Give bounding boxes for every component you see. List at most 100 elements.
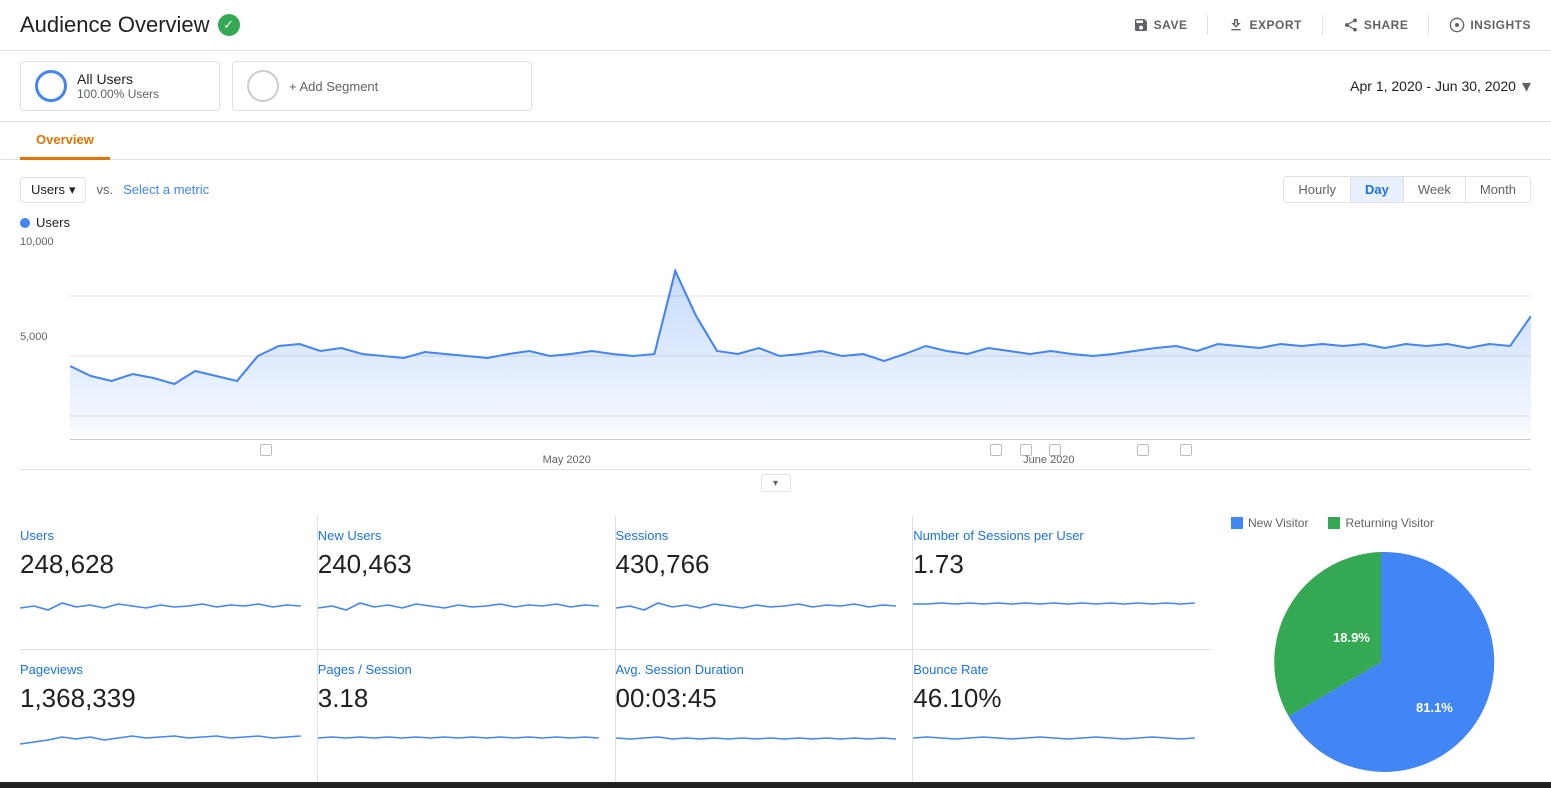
y-label-mid: 5,000 (20, 331, 54, 343)
sparkline-pages-session (318, 722, 599, 752)
chart-left-controls: Users ▾ vs. Select a metric (20, 177, 209, 203)
y-axis: 10,000 5,000 (20, 236, 54, 426)
metric-dropdown[interactable]: Users ▾ (20, 177, 86, 203)
period-hourly[interactable]: Hourly (1284, 177, 1351, 202)
sparkline-sessions-per-user (913, 588, 1195, 618)
chart-section: Users ▾ vs. Select a metric Hourly Day W… (0, 160, 1551, 496)
pie-chart-svg: 81.1% 18.9% (1261, 542, 1501, 782)
metric-value: 1.73 (913, 549, 1195, 580)
metric-card-bounce-rate: Bounce Rate 46.10% (913, 650, 1211, 783)
metric-card-pages-session: Pages / Session 3.18 (318, 650, 616, 783)
chart-area-fill (70, 271, 1531, 431)
sparkline-sessions (616, 588, 897, 618)
segment-info: All Users 100.00% Users (77, 71, 159, 101)
insights-icon (1449, 17, 1465, 33)
save-button[interactable]: SAVE (1133, 17, 1188, 33)
tab-bar: Overview (0, 122, 1551, 160)
returning-pct-label: 18.9% (1333, 630, 1370, 645)
insights-button[interactable]: INSIGHTS (1449, 17, 1531, 33)
sparkline-new-users (318, 588, 599, 618)
chart-container: 10,000 5,000 (20, 236, 1531, 439)
vs-text: vs. (96, 182, 113, 197)
share-button[interactable]: SHARE (1343, 17, 1409, 33)
metric-value: 430,766 (616, 549, 897, 580)
select-metric-link[interactable]: Select a metric (123, 182, 209, 197)
metric-title: Number of Sessions per User (913, 528, 1195, 543)
date-range-text: Apr 1, 2020 - Jun 30, 2020 (1350, 78, 1516, 94)
metric-value: 248,628 (20, 549, 301, 580)
metric-dropdown-label: Users (31, 182, 65, 197)
metric-title: Avg. Session Duration (616, 662, 897, 677)
metric-card-sessions: Sessions 430,766 (616, 516, 914, 650)
chart-controls: Users ▾ vs. Select a metric Hourly Day W… (20, 176, 1531, 203)
timeline-row: May 2020 June 2020 (70, 439, 1531, 469)
metric-title: Pageviews (20, 662, 301, 677)
add-segment-label: + Add Segment (289, 79, 378, 94)
save-icon (1133, 17, 1149, 33)
x-label-june: June 2020 (1023, 454, 1074, 466)
pie-wrapper: 81.1% 18.9% (1231, 542, 1531, 782)
sparkline-bounce (913, 722, 1195, 752)
period-week[interactable]: Week (1404, 177, 1466, 202)
date-range-arrow-icon: ▾ (1522, 76, 1531, 97)
pie-legend-new: New Visitor (1231, 516, 1308, 530)
metric-title: Pages / Session (318, 662, 599, 677)
collapse-button[interactable]: ▾ (761, 474, 791, 492)
timeline-dot (990, 444, 1002, 456)
x-label-may: May 2020 (543, 454, 591, 466)
export-button[interactable]: EXPORT (1228, 17, 1301, 33)
top-actions: SAVE EXPORT SHARE INSIGHTS (1133, 15, 1531, 35)
title-text: Audience Overview (20, 12, 210, 38)
metric-title: Bounce Rate (913, 662, 1195, 677)
divider (1428, 15, 1429, 35)
chart-area (70, 236, 1531, 439)
metric-value: 1,368,339 (20, 683, 301, 714)
page-title: Audience Overview ✓ (20, 12, 240, 38)
metric-card-pageviews: Pageviews 1,368,339 (20, 650, 318, 783)
divider (1207, 15, 1208, 35)
pie-legend-returning: Returning Visitor (1328, 516, 1434, 530)
segment-circle (35, 70, 67, 102)
top-bar: Audience Overview ✓ SAVE EXPORT SHARE IN… (0, 0, 1551, 51)
bottom-bar (0, 782, 1551, 788)
metric-title: Users (20, 528, 301, 543)
metric-card-avg-duration: Avg. Session Duration 00:03:45 (616, 650, 914, 783)
pie-chart-section: New Visitor Returning Visitor 81.1% 18.9… (1211, 516, 1531, 782)
users-legend-label: Users (36, 215, 70, 230)
users-legend-dot (20, 218, 30, 228)
sparkline-users (20, 588, 301, 618)
tab-overview[interactable]: Overview (20, 122, 110, 160)
new-visitor-legend-dot (1231, 517, 1243, 529)
segment-sub: 100.00% Users (77, 87, 159, 101)
all-users-segment[interactable]: All Users 100.00% Users (20, 61, 220, 111)
verified-icon: ✓ (218, 14, 240, 36)
sparkline-pageviews (20, 722, 301, 752)
metric-title: Sessions (616, 528, 897, 543)
period-buttons: Hourly Day Week Month (1283, 176, 1531, 203)
segments-left: All Users 100.00% Users + Add Segment (20, 61, 532, 111)
metrics-section: Users 248,628 New Users 240,463 Sessions… (0, 496, 1551, 782)
collapse-row: ▾ (20, 469, 1531, 496)
period-month[interactable]: Month (1466, 177, 1530, 202)
pie-legend: New Visitor Returning Visitor (1231, 516, 1531, 530)
export-icon (1228, 17, 1244, 33)
add-segment-button[interactable]: + Add Segment (232, 61, 532, 111)
y-label-top: 10,000 (20, 236, 54, 248)
period-day[interactable]: Day (1351, 177, 1404, 202)
metric-value: 240,463 (318, 549, 599, 580)
share-icon (1343, 17, 1359, 33)
metric-title: New Users (318, 528, 599, 543)
metrics-grid: Users 248,628 New Users 240,463 Sessions… (20, 516, 1211, 782)
new-visitor-label: New Visitor (1248, 516, 1308, 530)
chart-legend: Users (20, 215, 1531, 230)
timeline-dot (260, 444, 272, 456)
metric-value: 3.18 (318, 683, 599, 714)
dropdown-arrow-icon: ▾ (69, 182, 76, 198)
returning-visitor-legend-dot (1328, 517, 1340, 529)
metric-card-sessions-per-user: Number of Sessions per User 1.73 (913, 516, 1211, 650)
metric-value: 00:03:45 (616, 683, 897, 714)
divider (1322, 15, 1323, 35)
sparkline-duration (616, 722, 897, 752)
add-segment-circle (247, 70, 279, 102)
date-range-picker[interactable]: Apr 1, 2020 - Jun 30, 2020 ▾ (1350, 76, 1531, 97)
